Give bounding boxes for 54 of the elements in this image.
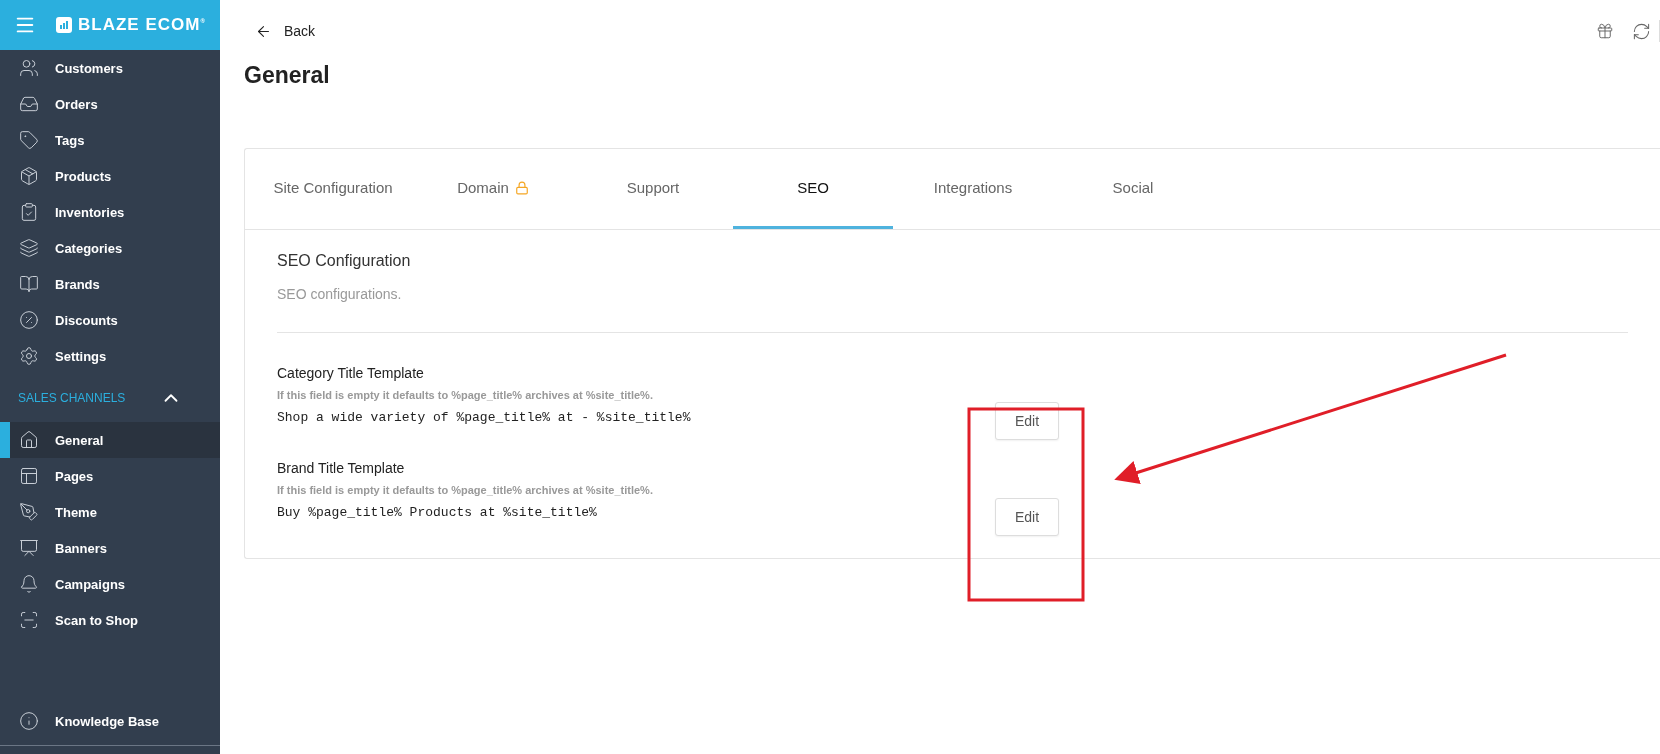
box-icon (19, 166, 39, 186)
sidebar-item[interactable]: Campaigns (0, 566, 220, 602)
refresh-icon[interactable] (1632, 21, 1651, 41)
sidebar-item[interactable]: Pages (0, 458, 220, 494)
sidebar-item[interactable]: Scan to Shop (0, 602, 220, 638)
tab[interactable]: SEO (733, 149, 893, 229)
sidebar-item[interactable]: Banners (0, 530, 220, 566)
field-value: Buy %page_title% Products at %site_title% (277, 505, 598, 520)
tab[interactable]: Domain (413, 149, 573, 229)
sidebar-item[interactable]: Orders (0, 86, 220, 122)
settings-icon (19, 346, 39, 366)
layout-icon (19, 466, 39, 486)
section-title: SEO Configuration (277, 252, 412, 270)
scan-icon (19, 610, 39, 630)
home-icon (19, 430, 39, 450)
sidebar-item[interactable]: Products (0, 158, 220, 194)
sidebar-item[interactable]: Inventories (0, 194, 220, 230)
sidebar-item[interactable]: Categories (0, 230, 220, 266)
sidebar-item[interactable]: Discounts (0, 302, 220, 338)
layers-icon (19, 238, 39, 258)
brand-name: BLAZE ECOM$^{®}$ (78, 15, 206, 35)
pen-icon (19, 502, 39, 522)
field-label: Brand Title Template (277, 460, 406, 476)
monitor-icon (19, 538, 39, 558)
sidebar-item[interactable]: Settings (0, 338, 220, 374)
field-hint: If this field is empty it defaults to %page_title% archives at %site_title%. (277, 484, 654, 496)
logo-icon (56, 17, 72, 33)
tag-icon (19, 130, 39, 150)
clipboard-icon (19, 202, 39, 222)
info-icon (19, 711, 39, 731)
back-link[interactable]: Back (244, 22, 316, 40)
tab[interactable]: Integrations (893, 149, 1053, 229)
page-title: General (244, 62, 331, 90)
bell-icon (19, 574, 39, 594)
gift-icon[interactable] (1596, 22, 1614, 40)
sidebar-item[interactable]: General (0, 422, 220, 458)
field-label: Category Title Template (277, 365, 425, 381)
section-heading: SALES CHANNELS (18, 391, 126, 405)
percent-icon (19, 310, 39, 330)
edit-button[interactable]: Edit (995, 498, 1059, 536)
section-subtitle: SEO configurations. (277, 286, 403, 302)
book-icon (19, 274, 39, 294)
tab[interactable]: Site Configuration (253, 149, 413, 229)
field-hint: If this field is empty it defaults to %page_title% archives at %site_title%. (277, 389, 654, 401)
tab[interactable]: Support (573, 149, 733, 229)
users-icon (19, 58, 39, 78)
tab[interactable]: Social (1053, 149, 1213, 229)
field-value: Shop a wide variety of %page_title% at - %site_title% (277, 410, 692, 425)
sidebar-item[interactable]: Brands (0, 266, 220, 302)
tray-icon (19, 94, 39, 114)
sidebar-item[interactable]: Knowledge Base (0, 703, 220, 739)
sidebar-item[interactable]: Theme (0, 494, 220, 530)
sidebar-item[interactable]: Tags (0, 122, 220, 158)
sidebar-item[interactable]: Customers (0, 50, 220, 86)
